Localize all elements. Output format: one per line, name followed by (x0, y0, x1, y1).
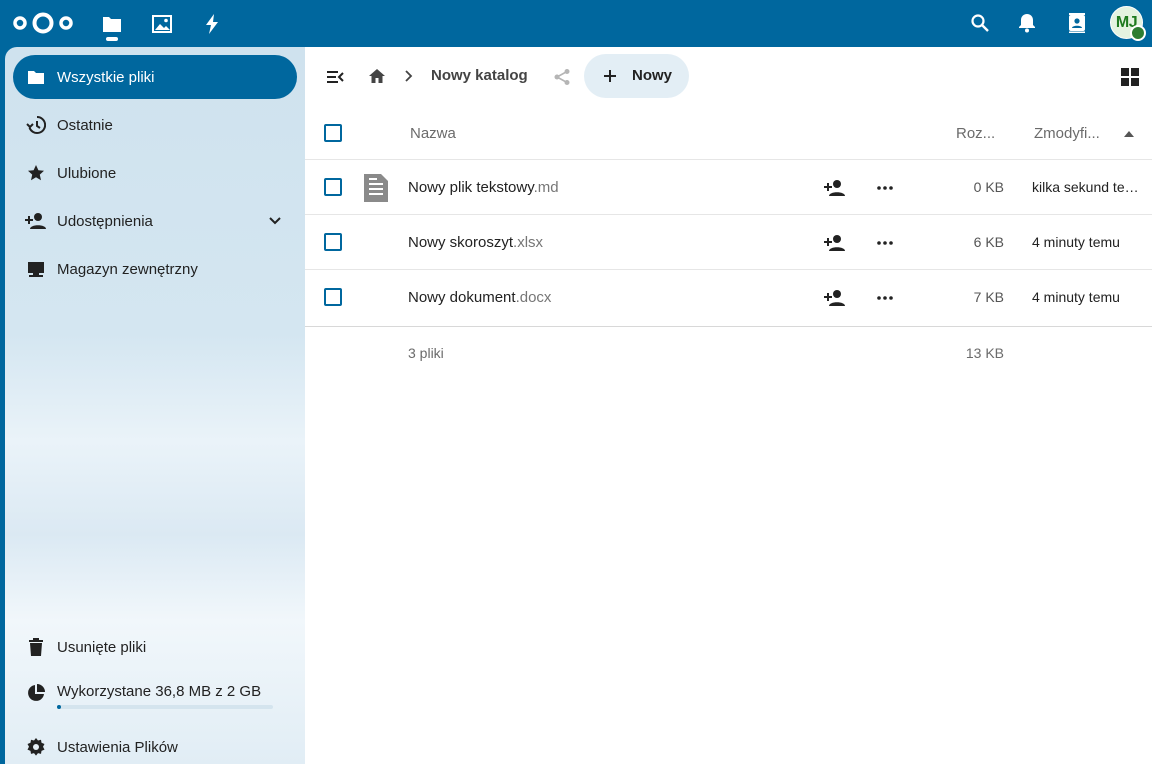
sidebar-item-label: Ustawienia Plików (57, 738, 178, 756)
search-icon[interactable] (967, 10, 993, 36)
chevron-down-icon[interactable] (265, 211, 285, 231)
more-actions-icon[interactable] (874, 287, 896, 309)
folder-icon (25, 66, 47, 88)
file-modified: 4 minuty temu (1032, 234, 1120, 250)
file-modified: kilka sekund temu (1032, 179, 1144, 195)
new-button-label: Nowy (632, 67, 673, 84)
sidebar-item-label: Usunięte pliki (57, 638, 147, 656)
external-storage-icon (25, 258, 47, 280)
file-size: 7 KB (973, 289, 1004, 305)
file-size: 6 KB (973, 234, 1004, 250)
sidebar-item-external-storage[interactable]: Magazyn zewnętrzny (13, 247, 297, 291)
row-checkbox[interactable] (324, 178, 342, 196)
row-checkbox[interactable] (324, 288, 342, 306)
quota-progress-bar (57, 705, 273, 709)
sidebar-item-favorites[interactable]: Ulubione (13, 151, 297, 195)
sidebar-item-label: Wszystkie pliki (57, 68, 155, 86)
sidebar-item-shares[interactable]: Udostępnienia (13, 199, 297, 243)
file-base-name: Nowy dokument (408, 289, 516, 306)
share-user-icon[interactable] (824, 232, 846, 254)
sidebar-item-recent[interactable]: Ostatnie (13, 103, 297, 147)
activity-app-icon[interactable] (198, 10, 226, 38)
main-content: Nowy katalog Nowy Nazwa Roz... Zmodyfi..… (305, 47, 1152, 764)
row-checkbox[interactable] (324, 233, 342, 251)
grid-view-icon[interactable] (1118, 65, 1142, 89)
column-header-name[interactable]: Nazwa (410, 125, 456, 142)
file-modified: 4 minuty temu (1032, 289, 1120, 305)
breadcrumb: Nowy katalog Nowy (305, 47, 1152, 107)
table-summary: 3 pliki 13 KB (305, 326, 1152, 381)
trash-icon (25, 636, 47, 658)
toggle-sidebar-icon[interactable] (323, 65, 347, 89)
column-header-size[interactable]: Roz... (956, 125, 995, 142)
sidebar-item-label: Udostępnienia (57, 212, 153, 230)
table-row[interactable]: Nowy dokument.docx 7 KB 4 minuty temu (305, 270, 1152, 325)
file-extension: .xlsx (513, 234, 544, 251)
total-size: 13 KB (965, 345, 1004, 361)
top-bar: MJ (0, 0, 1152, 47)
sidebar-item-settings[interactable]: Ustawienia Plików (13, 725, 297, 764)
file-base-name: Nowy skoroszyt (408, 234, 514, 251)
plus-icon (600, 66, 620, 86)
home-icon[interactable] (365, 64, 389, 88)
sidebar-item-label: Ostatnie (57, 116, 113, 134)
table-row[interactable]: Nowy skoroszyt.xlsx 6 KB 4 minuty temu (305, 215, 1152, 270)
active-app-indicator (106, 37, 118, 41)
sidebar-item-all-files[interactable]: Wszystkie pliki (13, 55, 297, 99)
file-extension: .docx (515, 289, 552, 306)
new-button[interactable]: Nowy (584, 54, 689, 98)
share-icon[interactable] (550, 65, 574, 89)
sidebar: Wszystkie pliki Ostatnie Ulubione Udostę… (5, 47, 305, 764)
sort-ascending-icon[interactable] (1122, 127, 1136, 141)
share-user-icon[interactable] (824, 177, 846, 199)
status-online-dot (1130, 25, 1146, 41)
more-actions-icon[interactable] (874, 177, 896, 199)
file-size: 0 KB (973, 179, 1004, 195)
breadcrumb-current-folder[interactable]: Nowy katalog (431, 67, 528, 84)
select-all-checkbox[interactable] (324, 124, 342, 142)
sidebar-item-label: Magazyn zewnętrzny (57, 260, 198, 278)
contacts-icon[interactable] (1064, 10, 1090, 36)
quota-label: Wykorzystane 36,8 MB z 2 GB (57, 683, 262, 700)
photos-app-icon[interactable] (148, 10, 176, 38)
file-name[interactable]: Nowy dokument.docx (408, 289, 551, 306)
table-header: Nazwa Roz... Zmodyfi... (305, 107, 1152, 160)
file-name[interactable]: Nowy skoroszyt.xlsx (408, 234, 543, 251)
more-actions-icon[interactable] (874, 232, 896, 254)
file-extension: .md (533, 179, 559, 196)
star-icon (25, 162, 47, 184)
sidebar-item-label: Ulubione (57, 164, 117, 182)
share-user-icon[interactable] (824, 287, 846, 309)
column-header-modified[interactable]: Zmodyfi... (1034, 125, 1100, 142)
table-row[interactable]: Nowy plik tekstowy.md 0 KB kilka sekund … (305, 160, 1152, 215)
share-user-icon (25, 210, 47, 232)
sidebar-item-trash[interactable]: Usunięte pliki (13, 625, 297, 669)
text-file-icon (362, 172, 390, 204)
gear-icon (25, 736, 47, 758)
file-name[interactable]: Nowy plik tekstowy.md (408, 179, 559, 196)
bell-icon[interactable] (1014, 10, 1040, 36)
pie-chart-icon (25, 682, 47, 704)
chevron-right-icon (401, 66, 417, 86)
file-count: 3 pliki (408, 345, 444, 361)
history-icon (25, 114, 47, 136)
nextcloud-logo[interactable] (12, 10, 74, 36)
quota-progress-fill (57, 705, 61, 709)
files-app-icon[interactable] (98, 10, 126, 38)
file-base-name: Nowy plik tekstowy (408, 179, 534, 196)
